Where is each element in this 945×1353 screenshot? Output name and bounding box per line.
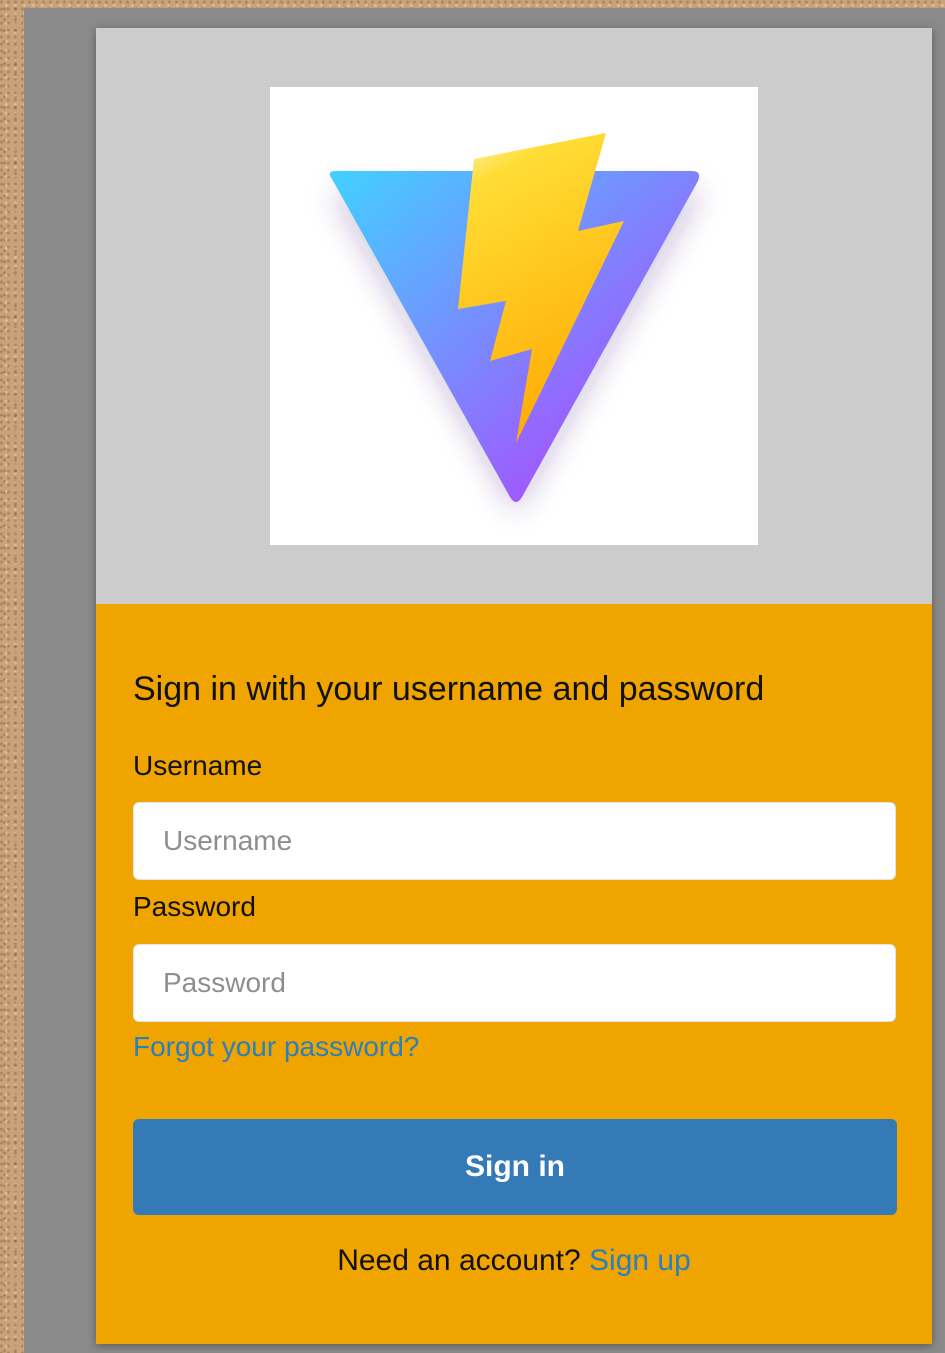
signup-prompt-text: Need an account? xyxy=(337,1244,581,1277)
sign-up-link[interactable]: Sign up xyxy=(589,1244,691,1277)
vite-logo-icon xyxy=(329,133,702,513)
username-input[interactable] xyxy=(133,802,896,880)
sign-in-button[interactable]: Sign in xyxy=(133,1119,897,1215)
logo-container xyxy=(270,87,758,545)
logo-banner xyxy=(96,28,932,604)
signup-prompt: Need an account? Sign up xyxy=(96,1244,932,1278)
forgot-password-link[interactable]: Forgot your password? xyxy=(133,1031,419,1063)
password-input[interactable] xyxy=(133,944,896,1022)
password-label: Password xyxy=(133,891,256,922)
login-card: Sign in with your username and password … xyxy=(96,28,932,1344)
form-heading: Sign in with your username and password xyxy=(133,670,765,708)
username-label: Username xyxy=(133,750,263,781)
